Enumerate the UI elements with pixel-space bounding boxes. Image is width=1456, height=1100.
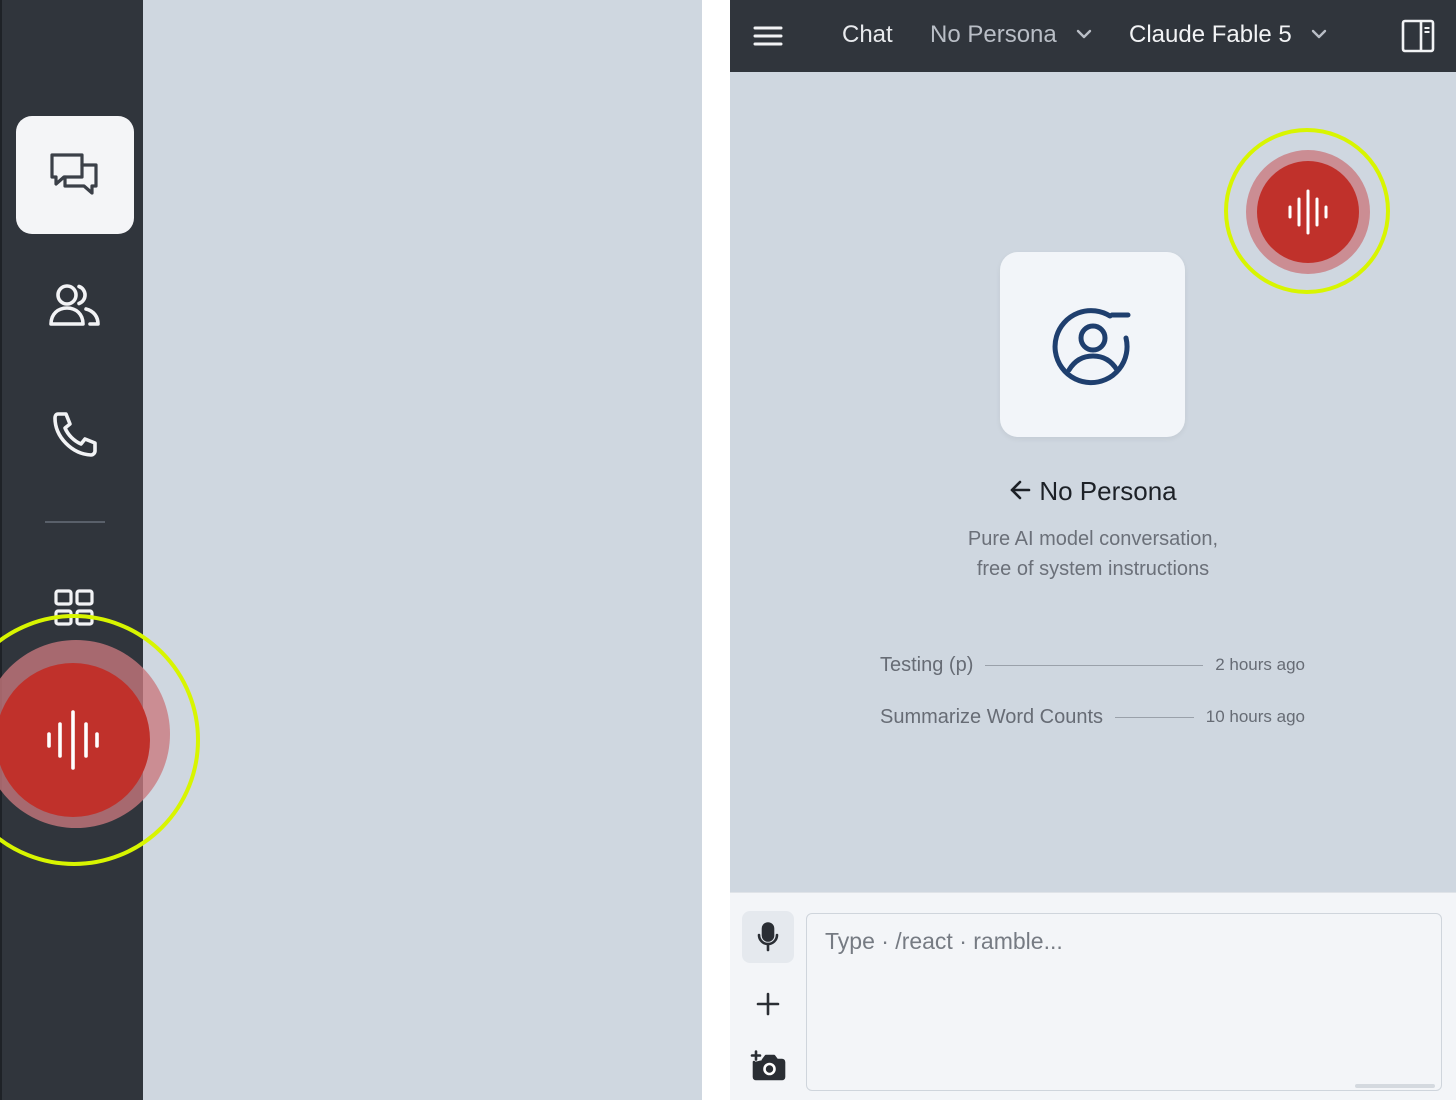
sidebar-item-calls[interactable] [16, 375, 134, 493]
audio-waveform-icon [1288, 189, 1328, 235]
sidebar-item-personas[interactable] [16, 246, 134, 364]
add-photo-button[interactable] [747, 1046, 789, 1086]
microphone-icon [757, 922, 779, 952]
right-panel: Chat No Persona Claude Fable 5 No Person… [730, 0, 1456, 1100]
persona-description: Pure AI model conversation, [967, 528, 1219, 550]
plus-icon [756, 992, 780, 1016]
history-item-divider [1115, 716, 1194, 718]
audio-waveform-icon [47, 710, 99, 770]
history-item-divider [985, 664, 1204, 666]
microphone-button[interactable] [742, 911, 794, 963]
persona-card[interactable] [1000, 252, 1185, 437]
chevron-down-icon[interactable] [1075, 27, 1093, 41]
sidebar-rail [0, 0, 143, 1100]
history-item-time: 10 hours ago [1205, 707, 1305, 726]
side-panel-icon [1401, 19, 1435, 53]
chat-bubbles-icon [50, 153, 98, 195]
add-attachment-button[interactable] [749, 985, 787, 1023]
history-item-title: Summarize Word Counts [880, 705, 1104, 728]
sidebar-item-chats[interactable] [16, 116, 134, 234]
persona-description: free of system instructions [976, 558, 1210, 580]
persona-title-text: No Persona [1039, 476, 1177, 506]
left-panel [0, 0, 702, 1100]
message-input-box[interactable] [806, 913, 1442, 1091]
voice-record-button[interactable] [0, 663, 150, 817]
tab-chat[interactable]: Chat [842, 20, 893, 50]
history-item[interactable]: Testing (p) 2 hours ago [880, 650, 1305, 680]
persona-selector[interactable]: No Persona [930, 20, 1057, 50]
menu-button[interactable] [750, 18, 786, 54]
history-item-title: Testing (p) [880, 653, 974, 676]
hamburger-menu-icon [753, 26, 783, 46]
voice-record-button[interactable] [1257, 161, 1359, 263]
camera-plus-icon [750, 1050, 786, 1081]
chevron-down-icon[interactable] [1310, 27, 1328, 41]
phone-icon [53, 412, 97, 457]
resize-handle[interactable] [1355, 1084, 1435, 1088]
history-item[interactable]: Summarize Word Counts 10 hours ago [880, 702, 1305, 732]
history-item-time: 2 hours ago [1215, 655, 1305, 674]
top-bar: Chat No Persona Claude Fable 5 [730, 0, 1456, 72]
message-composer [730, 892, 1456, 1100]
sidebar-divider [45, 521, 105, 523]
message-input[interactable] [807, 914, 1441, 1090]
model-selector[interactable]: Claude Fable 5 [1129, 20, 1292, 50]
persona-title: No Persona [730, 476, 1456, 507]
side-panel-toggle[interactable] [1400, 18, 1436, 54]
user-circle-minus-icon [1052, 307, 1130, 385]
users-icon [49, 284, 100, 326]
arrow-left-icon[interactable] [1009, 480, 1031, 500]
